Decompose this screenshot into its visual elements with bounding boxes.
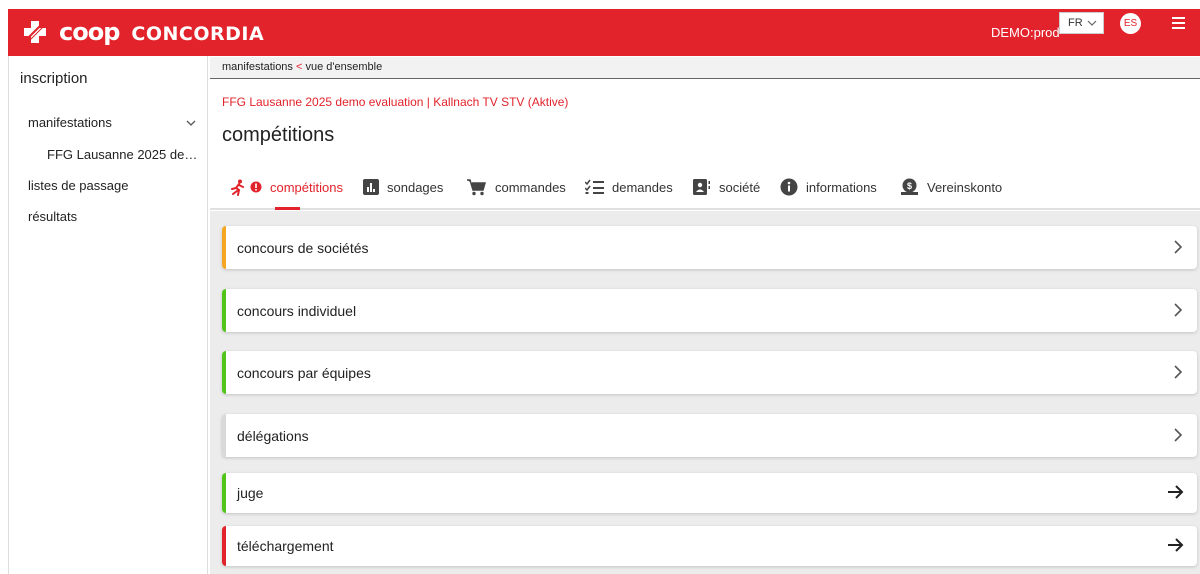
card-delegations[interactable]: délégations [222,414,1197,457]
sidebar: inscription manifestations FFG Lausanne … [8,56,208,574]
card-label: juge [237,485,264,501]
tab-label: société [719,179,761,195]
breadcrumb-separator: < [296,61,303,73]
card-concours-de-societes[interactable]: concours de sociétés [222,226,1197,269]
tab-societe[interactable]: société [693,173,760,201]
tab-label: demandes [612,179,673,195]
tab-commandes[interactable]: commandes [467,173,566,201]
active-tab-indicator [275,207,300,210]
language-select[interactable]: FR [1059,12,1104,34]
status-bar [222,289,226,332]
tab-informations[interactable]: informations [780,173,877,201]
event-link[interactable]: FFG Lausanne 2025 demo evaluation | Kall… [222,95,568,109]
status-bar [222,351,226,394]
chevron-down-icon [1087,20,1097,26]
brand-concordia: CONCORDIA [131,23,265,45]
card-label: concours individuel [237,303,357,319]
tab-sondages[interactable]: sondages [363,173,443,201]
card-telechargement[interactable]: téléchargement [222,526,1197,566]
tab-bar: compétitions sondages commandes demandes… [210,166,1200,210]
card-label: délégations [237,428,309,444]
tab-label: sondages [387,179,444,195]
card-juge[interactable]: juge [222,473,1197,513]
breadcrumb-current: vue d'ensemble [305,61,383,73]
sidebar-item-manifestations[interactable]: manifestations [28,115,112,130]
logo[interactable]: coop CONCORDIA [23,18,264,46]
concordia-cross-logo-icon [24,21,46,43]
chevron-right-icon [1174,428,1183,442]
brand-coop: coop [59,18,120,46]
card-label: concours de sociétés [237,240,369,256]
competitions-list: concours de sociétés concours individuel… [210,211,1200,574]
tab-demandes[interactable]: demandes [585,173,673,201]
environment-label: DEMO:prod [991,25,1060,40]
top-bar: coop CONCORDIA DEMO:prod [8,9,1200,56]
language-value: FR [1068,17,1083,29]
user-avatar[interactable]: ES [1120,13,1141,34]
chevron-right-icon [1174,303,1183,317]
breadcrumb-parent[interactable]: manifestations [222,61,293,73]
runner-icon [231,179,244,196]
page-title: compétitions [222,124,335,146]
chevron-right-icon [1174,240,1183,254]
tab-label: informations [806,179,877,195]
breadcrumb: manifestations < vue d'ensemble [210,57,1200,79]
status-bar [222,526,226,566]
sidebar-item-listes-de-passage[interactable]: listes de passage [28,178,128,193]
card-concours-individuel[interactable]: concours individuel [222,289,1197,332]
sidebar-item-resultats[interactable]: résultats [28,209,77,224]
svg-text:$: $ [907,181,912,191]
status-bar [222,414,226,457]
tab-label: commandes [495,179,566,195]
menu-icon[interactable] [1172,17,1185,29]
card-label: concours par équipes [237,365,371,381]
tab-competitions[interactable]: compétitions [230,173,343,201]
alert-icon [250,181,262,193]
status-bar [222,473,226,513]
arrow-right-icon [1168,538,1184,552]
brand-wordmark: coop CONCORDIA [59,18,264,46]
sidebar-item-event[interactable]: FFG Lausanne 2025 de… [47,147,197,162]
sidebar-title: inscription [20,70,88,87]
money-icon: $ [901,178,918,195]
card-label: téléchargement [237,538,334,554]
tab-vereinskonto[interactable]: $ Vereinskonto [900,173,1002,201]
contact-card-icon [693,179,710,195]
tab-label: Vereinskonto [927,179,1003,195]
arrow-right-icon [1168,485,1184,499]
poll-icon [363,179,379,195]
cart-icon [467,178,486,195]
status-bar [222,226,226,269]
info-icon [780,178,798,196]
card-concours-par-equipes[interactable]: concours par équipes [222,351,1197,394]
tab-label: compétitions [270,179,343,195]
chevron-right-icon [1174,365,1183,379]
checklist-icon [585,179,604,194]
chevron-down-icon[interactable] [185,118,197,128]
